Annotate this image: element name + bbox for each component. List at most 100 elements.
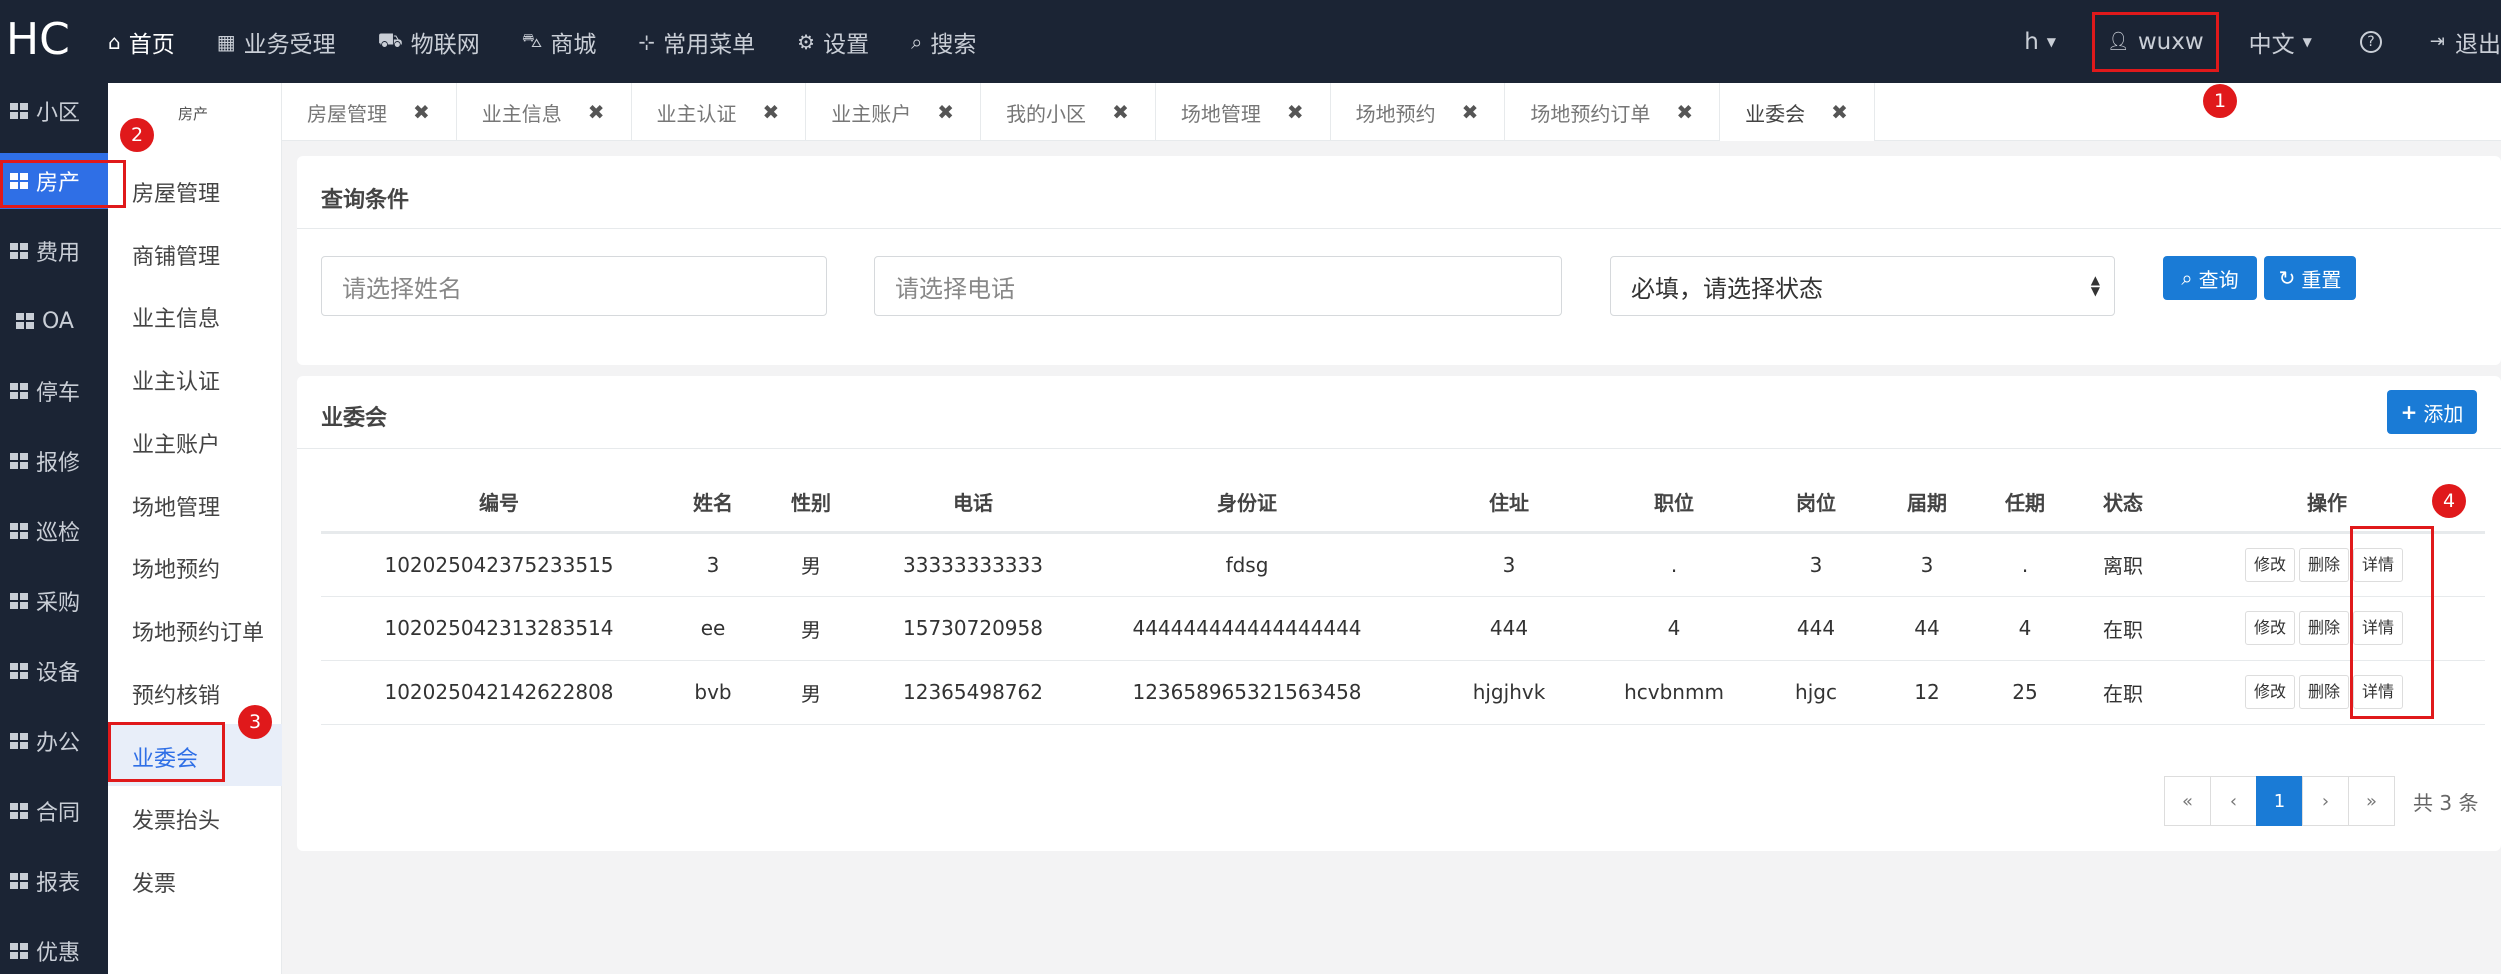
nav-business[interactable]: ▦ 业务受理 (217, 25, 336, 59)
tab-my-community[interactable]: 我的小区 ✖ (981, 83, 1156, 141)
nav-search[interactable]: ⌕ 搜索 (911, 25, 976, 59)
sidebar-item-report[interactable]: 报表 (0, 853, 108, 909)
col-header: 姓名 (677, 472, 749, 534)
sidebar-item-discount[interactable]: 优惠 (0, 923, 108, 974)
tab-label: 业主账户 (831, 101, 912, 126)
cell-session: 3 (1881, 532, 1973, 597)
language-dropdown[interactable]: 中文 ▼ (2249, 25, 2312, 59)
close-icon[interactable]: ✖ (1287, 100, 1304, 124)
edit-button[interactable]: 修改 (2245, 547, 2296, 582)
col-header: 性别 (749, 472, 873, 534)
sidebar-item-oa[interactable]: OA (0, 293, 108, 349)
cell-id-card: 123658965321563458 (1073, 660, 1421, 725)
grid-icon (10, 663, 28, 679)
page-next[interactable]: › (2302, 776, 2349, 826)
sidebar-label: 报表 (36, 871, 81, 896)
community-dropdown[interactable]: h ▼ (2024, 29, 2056, 55)
submenu-item[interactable]: 场地预约 (132, 552, 220, 584)
logout-button[interactable]: ⇥ 退出 (2430, 25, 2501, 59)
app-logo[interactable]: HC (6, 14, 70, 65)
nav-settings[interactable]: ⚙ 设置 (797, 25, 869, 59)
sidebar-item-office[interactable]: 办公 (0, 713, 108, 769)
edit-button[interactable]: 修改 (2245, 675, 2296, 709)
tab-owner-auth[interactable]: 业主认证 ✖ (632, 83, 807, 141)
delete-button[interactable]: 删除 (2299, 611, 2350, 645)
help-button[interactable]: ? (2359, 30, 2382, 53)
cell-session: 44 (1881, 596, 1973, 661)
page-first[interactable]: « (2164, 776, 2211, 826)
tab-house[interactable]: 房屋管理 ✖ (282, 83, 457, 141)
phone-input[interactable]: 请选择电话 (874, 256, 1562, 316)
sidebar-label: 合同 (36, 801, 81, 826)
name-input[interactable]: 请选择姓名 (321, 256, 827, 316)
nav-common-menu[interactable]: ⊹ 常用菜单 (638, 25, 755, 59)
submenu-item[interactable]: 商铺管理 (132, 239, 220, 271)
status-select[interactable]: 必填，请选择状态 ▲ ▼ (1610, 256, 2115, 316)
sidebar-item-community[interactable]: 小区 (0, 83, 108, 139)
close-icon[interactable]: ✖ (937, 100, 954, 124)
close-icon[interactable]: ✖ (1112, 100, 1129, 124)
sidebar-item-inspection[interactable]: 巡检 (0, 503, 108, 559)
submenu-item[interactable]: 场地预约订单 (132, 615, 264, 647)
page-last[interactable]: » (2348, 776, 2395, 826)
sidebar-item-device[interactable]: 设备 (0, 643, 108, 699)
sidebar-item-repair[interactable]: 报修 (0, 433, 108, 489)
submenu-item[interactable]: 业主认证 (132, 364, 220, 396)
cell-name: bvb (677, 660, 749, 725)
sign-out-icon: ⇥ (2429, 31, 2445, 52)
reset-button-label: 重置 (2301, 267, 2342, 292)
user-name: wuxw (2137, 28, 2204, 55)
submenu-item[interactable]: 业主信息 (132, 301, 220, 333)
car-icon: ⛟ (377, 28, 403, 52)
close-icon[interactable]: ✖ (763, 100, 780, 124)
grid-icon (10, 103, 28, 119)
close-icon[interactable]: ✖ (588, 100, 605, 124)
submenu-item[interactable]: 场地管理 (132, 490, 220, 522)
caret-down-icon: ▼ (2302, 34, 2312, 49)
cell-post: hjgc (1751, 660, 1881, 725)
cell-address: hjgjhvk (1421, 660, 1597, 725)
page-current[interactable]: 1 (2256, 776, 2303, 826)
user-menu[interactable]: 👤︎ wuxw (2092, 11, 2219, 72)
tab-committee[interactable]: 业委会 ✖ (1720, 83, 1875, 141)
edit-button[interactable]: 修改 (2245, 611, 2296, 645)
sidebar-item-parking[interactable]: 停车 (0, 363, 108, 419)
reset-button[interactable]: ↻ 重置 (2264, 256, 2356, 300)
nav-mall[interactable]: ⛍ 商城 (522, 25, 597, 59)
tab-venue[interactable]: 场地管理 ✖ (1156, 83, 1331, 141)
calculator-icon: ▦ (216, 29, 236, 54)
cell-actions: 修改 删除 详情 (2169, 532, 2485, 597)
submenu-item[interactable]: 房屋管理 (132, 176, 220, 208)
sidebar-item-purchase[interactable]: 采购 (0, 573, 108, 629)
close-icon[interactable]: ✖ (1462, 100, 1479, 124)
add-button[interactable]: + 添加 (2387, 390, 2477, 434)
delete-button[interactable]: 删除 (2299, 675, 2350, 709)
close-icon[interactable]: ✖ (1831, 100, 1848, 124)
submenu-item[interactable]: 预约核销 (132, 678, 220, 710)
grid-icon (10, 803, 28, 819)
main-sidebar: 小区 房产 费用 OA 停车 报修 巡检 采购 设备 办公 合同 报表 优惠 (0, 83, 108, 974)
search-button[interactable]: ⌕ 查询 (2163, 256, 2257, 300)
close-icon[interactable]: ✖ (1676, 100, 1693, 124)
grid-icon (10, 243, 28, 259)
table-row: 102025042142622808 bvb 男 12365498762 123… (321, 660, 2485, 725)
cell-post: 3 (1751, 532, 1881, 597)
sidebar-label: 设备 (36, 661, 81, 686)
tab-owner-info[interactable]: 业主信息 ✖ (457, 83, 632, 141)
grid-icon (10, 383, 28, 399)
sidebar-item-contract[interactable]: 合同 (0, 783, 108, 839)
close-icon[interactable]: ✖ (413, 100, 430, 124)
cell-term: 4 (1973, 596, 2077, 661)
submenu-item[interactable]: 发票抬头 (132, 803, 220, 835)
home-icon: ⌂ (108, 29, 121, 54)
submenu-item[interactable]: 发票 (132, 866, 176, 898)
nav-home[interactable]: ⌂ 首页 (108, 25, 175, 59)
nav-iot[interactable]: ⛟ 物联网 (378, 25, 480, 59)
tab-venue-order[interactable]: 场地预约订单 ✖ (1505, 83, 1721, 141)
submenu-item[interactable]: 业主账户 (132, 427, 220, 459)
sidebar-item-fee[interactable]: 费用 (0, 223, 108, 279)
delete-button[interactable]: 删除 (2299, 547, 2350, 582)
tab-venue-booking[interactable]: 场地预约 ✖ (1331, 83, 1506, 141)
page-prev[interactable]: ‹ (2210, 776, 2257, 826)
tab-owner-account[interactable]: 业主账户 ✖ (806, 83, 982, 141)
